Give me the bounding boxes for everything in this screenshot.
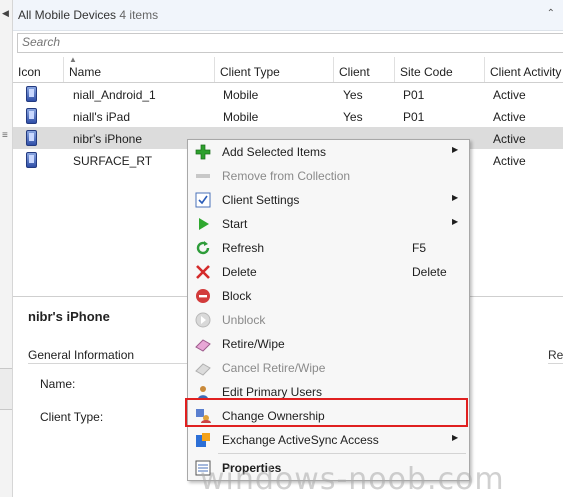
search-input[interactable]: [18, 34, 562, 50]
mobile-device-icon: [26, 130, 37, 146]
cancel-eraser-icon: [195, 363, 211, 376]
column-header-client[interactable]: Client: [334, 57, 395, 82]
unblock-icon: [195, 312, 211, 328]
section-divider: [28, 363, 198, 364]
field-label-name: Name:: [40, 377, 76, 391]
delete-x-icon: [196, 265, 210, 279]
column-header-client-type[interactable]: Client Type: [215, 57, 334, 82]
details-title: nibr's iPhone: [28, 309, 110, 324]
mobile-device-icon: [26, 86, 37, 102]
annotation-highlight-box: [185, 398, 468, 427]
field-label-client-type: Client Type:: [40, 410, 104, 424]
properties-icon: [195, 460, 211, 476]
column-header-site-code[interactable]: Site Code: [395, 57, 485, 82]
mobile-device-icon: [26, 108, 37, 124]
submenu-arrow-icon: ▶: [452, 217, 459, 226]
left-collapse-strip[interactable]: ◀ ≡: [0, 0, 13, 497]
menu-item-delete[interactable]: Delete Delete: [188, 260, 469, 284]
mobile-device-icon: [26, 152, 37, 168]
green-plus-icon: [195, 144, 211, 160]
section-related-partial: Rel: [548, 348, 563, 362]
splitter-grip-icon[interactable]: ≡: [2, 130, 8, 141]
client-settings-icon: [195, 192, 211, 208]
column-header-name[interactable]: ▲ Name: [64, 55, 215, 82]
column-header-client-activity[interactable]: Client Activity: [485, 57, 563, 82]
submenu-arrow-icon: ▶: [452, 433, 459, 442]
table-row[interactable]: niall_Android_1 Mobile Yes P01 Active: [13, 83, 563, 105]
collapse-header-icon[interactable]: ⌃: [547, 8, 555, 19]
menu-item-retire-wipe[interactable]: Retire/Wipe: [188, 332, 469, 356]
menu-item-client-settings[interactable]: Client Settings ▶: [188, 188, 469, 212]
submenu-arrow-icon: ▶: [452, 193, 459, 202]
context-menu: Add Selected Items ▶ Remove from Collect…: [187, 139, 470, 481]
menu-item-start[interactable]: Start ▶: [188, 212, 469, 236]
eraser-icon: [195, 339, 211, 352]
section-general-information: General Information: [28, 348, 135, 362]
submenu-arrow-icon: ▶: [452, 145, 459, 154]
refresh-icon: [196, 241, 210, 255]
menu-item-remove-from-collection[interactable]: Remove from Collection: [188, 164, 469, 188]
menu-item-cancel-retire-wipe[interactable]: Cancel Retire/Wipe: [188, 356, 469, 380]
splitter-handle[interactable]: [0, 368, 12, 410]
menu-item-refresh[interactable]: Refresh F5: [188, 236, 469, 260]
menu-item-unblock[interactable]: Unblock: [188, 308, 469, 332]
menu-item-block[interactable]: Block: [188, 284, 469, 308]
table-row[interactable]: niall's iPad Mobile Yes P01 Active: [13, 105, 563, 127]
view-header: All Mobile Devices 4 items ⌃: [13, 0, 563, 31]
view-title: All Mobile Devices 4 items: [18, 8, 159, 22]
menu-item-properties[interactable]: Properties: [188, 456, 469, 480]
search-box[interactable]: [17, 33, 563, 53]
menu-item-add-selected-items[interactable]: Add Selected Items ▶: [188, 140, 469, 164]
play-icon: [199, 218, 209, 230]
remove-icon: [196, 174, 210, 178]
menu-item-exchange-activesync-access[interactable]: Exchange ActiveSync Access ▶: [188, 428, 469, 452]
grid-header: Icon ▲ Name Client Type Client Site Code…: [13, 55, 563, 83]
menu-separator: [218, 453, 466, 454]
column-header-icon[interactable]: Icon: [13, 57, 64, 82]
activesync-icon: [196, 433, 210, 447]
block-icon: [196, 289, 210, 303]
collapse-left-icon[interactable]: ◀: [2, 8, 9, 19]
section-divider: [548, 363, 563, 364]
